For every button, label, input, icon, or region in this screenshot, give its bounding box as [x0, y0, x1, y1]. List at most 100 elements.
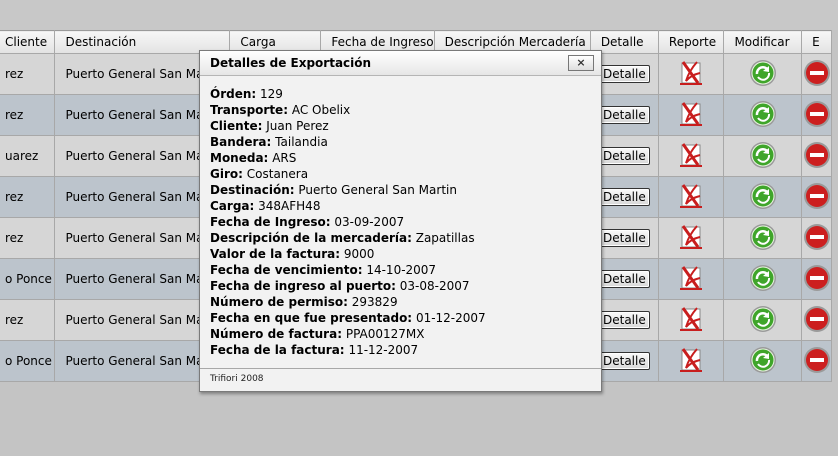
- cell-modificar: [723, 340, 803, 382]
- detail-field: Giro: Costanera: [210, 166, 593, 182]
- delete-icon[interactable]: [803, 305, 831, 336]
- detail-value: Puerto General San Martin: [298, 183, 457, 197]
- detalle-button[interactable]: Detalle: [599, 106, 650, 124]
- cell-eliminar: [801, 94, 832, 136]
- detail-field: Número de factura: PPA00127MX: [210, 326, 593, 342]
- detalle-button[interactable]: Detalle: [599, 311, 650, 329]
- cell-modificar: [723, 258, 803, 300]
- pdf-report-icon[interactable]: [678, 223, 704, 254]
- pdf-report-icon[interactable]: [678, 141, 704, 172]
- detail-label: Órden:: [210, 87, 257, 101]
- detail-field: Carga: 348AFH48: [210, 198, 593, 214]
- detail-value: 293829: [351, 295, 398, 309]
- export-details-dialog: Detalles de Exportación × Órden: 129 Tran…: [199, 50, 602, 392]
- pdf-report-icon[interactable]: [678, 100, 704, 131]
- modify-icon[interactable]: [749, 305, 777, 336]
- cell-cliente: o Ponce: [0, 340, 56, 382]
- cell-reporte: [657, 258, 725, 300]
- cell-modificar: [723, 135, 803, 177]
- detail-label: Fecha de la factura:: [210, 343, 345, 357]
- col-eliminar[interactable]: E: [801, 30, 832, 54]
- modify-icon[interactable]: [749, 182, 777, 213]
- pdf-report-icon[interactable]: [678, 59, 704, 90]
- modify-icon[interactable]: [749, 223, 777, 254]
- cell-reporte: [657, 94, 725, 136]
- detail-label: Destinación:: [210, 183, 295, 197]
- cell-reporte: [657, 135, 725, 177]
- detail-field: Fecha de Ingreso: 03-09-2007: [210, 214, 593, 230]
- detail-label: Giro:: [210, 167, 243, 181]
- detalle-button[interactable]: Detalle: [599, 352, 650, 370]
- dialog-header[interactable]: Detalles de Exportación ×: [200, 51, 601, 76]
- detail-value: 01-12-2007: [415, 311, 486, 325]
- delete-icon[interactable]: [803, 182, 831, 213]
- pdf-report-icon[interactable]: [678, 305, 704, 336]
- detail-label: Bandera:: [210, 135, 272, 149]
- detail-value: Costanera: [246, 167, 309, 181]
- page-bottom: [0, 388, 838, 456]
- detalle-button[interactable]: Detalle: [599, 65, 650, 83]
- cell-reporte: [657, 340, 725, 382]
- pdf-report-icon[interactable]: [678, 182, 704, 213]
- delete-icon[interactable]: [803, 100, 831, 131]
- detail-value: Tailandia: [275, 135, 328, 149]
- modify-icon[interactable]: [749, 141, 777, 172]
- detail-label: Fecha de Ingreso:: [210, 215, 331, 229]
- detail-label: Cliente:: [210, 119, 263, 133]
- detail-label: Fecha en que fue presentado:: [210, 311, 413, 325]
- detail-value: Zapatillas: [415, 231, 475, 245]
- dialog-footer: Trifiori 2008: [200, 368, 601, 391]
- delete-icon[interactable]: [803, 264, 831, 295]
- top-bar: [0, 0, 838, 30]
- detalle-button[interactable]: Detalle: [599, 229, 650, 247]
- delete-icon[interactable]: [803, 223, 831, 254]
- col-reporte[interactable]: Reporte: [657, 30, 725, 54]
- detail-field: Moneda: ARS: [210, 150, 593, 166]
- detail-label: Transporte:: [210, 103, 288, 117]
- detail-value: 11-12-2007: [348, 343, 419, 357]
- pdf-report-icon[interactable]: [678, 346, 704, 377]
- dialog-title: Detalles de Exportación: [210, 56, 372, 70]
- detail-field: Cliente: Juan Perez: [210, 118, 593, 134]
- detail-label: Número de factura:: [210, 327, 342, 341]
- modify-icon[interactable]: [749, 100, 777, 131]
- cell-eliminar: [801, 53, 832, 95]
- detail-value: ARS: [272, 151, 297, 165]
- detail-field: Transporte: AC Obelix: [210, 102, 593, 118]
- delete-icon[interactable]: [803, 59, 831, 90]
- detail-field: Valor de la factura: 9000: [210, 246, 593, 262]
- cell-eliminar: [801, 340, 832, 382]
- detail-field: Descripción de la mercadería: Zapatillas: [210, 230, 593, 246]
- detail-field: Órden: 129: [210, 86, 593, 102]
- detalle-button[interactable]: Detalle: [599, 188, 650, 206]
- cell-reporte: [657, 217, 725, 259]
- delete-icon[interactable]: [803, 141, 831, 172]
- detalle-button[interactable]: Detalle: [599, 270, 650, 288]
- cell-cliente: rez: [0, 217, 56, 259]
- cell-cliente: o Ponce: [0, 258, 56, 300]
- close-button[interactable]: ×: [568, 55, 594, 71]
- cell-eliminar: [801, 258, 832, 300]
- pdf-report-icon[interactable]: [678, 264, 704, 295]
- cell-cliente: rez: [0, 176, 56, 218]
- detail-value: Juan Perez: [266, 119, 329, 133]
- detail-field: Fecha en que fue presentado: 01-12-2007: [210, 310, 593, 326]
- detail-value: 03-08-2007: [399, 279, 470, 293]
- cell-cliente: rez: [0, 53, 56, 95]
- col-cliente[interactable]: Cliente: [0, 30, 56, 54]
- detail-value: 348AFH48: [258, 199, 321, 213]
- detail-value: 14-10-2007: [366, 263, 437, 277]
- delete-icon[interactable]: [803, 346, 831, 377]
- detail-label: Moneda:: [210, 151, 269, 165]
- detalle-button[interactable]: Detalle: [599, 147, 650, 165]
- detail-value: 03-09-2007: [334, 215, 405, 229]
- modify-icon[interactable]: [749, 346, 777, 377]
- modify-icon[interactable]: [749, 264, 777, 295]
- cell-eliminar: [801, 135, 832, 177]
- detail-value: PPA00127MX: [345, 327, 425, 341]
- detail-field: Destinación: Puerto General San Martin: [210, 182, 593, 198]
- modify-icon[interactable]: [749, 59, 777, 90]
- cell-eliminar: [801, 176, 832, 218]
- detail-field: Fecha de la factura: 11-12-2007: [210, 342, 593, 358]
- col-modificar[interactable]: Modificar: [723, 30, 803, 54]
